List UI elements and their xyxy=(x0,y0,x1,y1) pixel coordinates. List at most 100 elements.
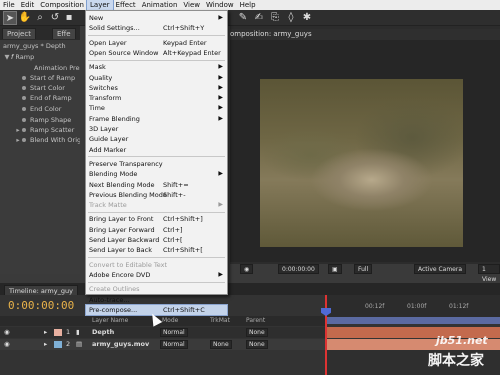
tab-project[interactable]: Project xyxy=(2,28,36,39)
work-area-bar[interactable] xyxy=(325,317,500,324)
eye-icon[interactable]: ◉ xyxy=(4,327,10,338)
resolution-dropdown[interactable]: Full xyxy=(354,264,373,274)
menu-item[interactable]: Bring Layer to Front Ctrl+Shift+] xyxy=(86,214,227,224)
menu-item-shortcut: Ctrl+Shift+C xyxy=(163,305,205,314)
view-layout-dropdown[interactable]: 1 View xyxy=(478,264,500,283)
menu-item[interactable]: Adobe Encore DVD ▶ xyxy=(86,270,227,280)
param-row[interactable]: End of Ramp xyxy=(0,93,80,103)
expand-triangle-icon[interactable]: ▼ xyxy=(3,52,11,62)
menu-item[interactable]: Previous Blending Mode Shift+- xyxy=(86,190,227,200)
menu-item-label: Blending Mode xyxy=(89,170,138,179)
expand-triangle-icon[interactable]: ▸ xyxy=(44,327,47,338)
current-time-indicator[interactable] xyxy=(325,295,327,375)
stopwatch-icon[interactable] xyxy=(22,127,26,132)
zoom-tool-icon[interactable]: ⌕ xyxy=(33,11,47,25)
layer-row[interactable]: ◉ ▸ 2 ▤ army_guys.mov Normal None None xyxy=(0,339,325,350)
menu-file[interactable]: File xyxy=(0,0,18,10)
menu-item[interactable]: Open Source Window Alt+Keypad Enter xyxy=(86,48,227,58)
menu-item[interactable]: Preserve Transparency xyxy=(86,159,227,169)
rotate-tool-icon[interactable]: ↺ xyxy=(48,11,62,25)
layer-trkmat-dropdown[interactable]: None xyxy=(210,340,232,349)
selection-tool-icon[interactable]: ➤ xyxy=(3,11,17,25)
menu-item[interactable]: Frame Blending ▶ xyxy=(86,114,227,124)
column-layer-name[interactable]: Layer Name xyxy=(92,316,128,326)
menu-composition[interactable]: Composition xyxy=(37,0,87,10)
layer-color-label[interactable] xyxy=(54,329,62,336)
param-label: Ramp Scatter xyxy=(30,126,75,134)
eraser-tool-icon[interactable]: ◊ xyxy=(284,11,298,25)
layer-row[interactable]: ◉ ▸ 1 ▮ Depth Normal None xyxy=(0,327,325,338)
menu-item[interactable]: Switches ▶ xyxy=(86,83,227,93)
expand-triangle-icon[interactable]: ▸ xyxy=(44,339,47,350)
menu-item[interactable]: Guide Layer xyxy=(86,134,227,144)
submenu-arrow-icon: ▶ xyxy=(218,63,223,71)
stopwatch-icon[interactable] xyxy=(22,106,26,111)
effect-ramp-row[interactable]: ▼ f Ramp xyxy=(0,52,80,62)
hand-tool-icon[interactable]: ✋ xyxy=(18,11,32,25)
expand-triangle-icon[interactable]: ▸ xyxy=(14,135,22,145)
param-row[interactable]: Ramp Shape xyxy=(0,115,80,125)
stopwatch-icon[interactable] xyxy=(22,95,26,100)
stopwatch-icon[interactable] xyxy=(22,137,26,142)
menu-item[interactable]: Open Layer Keypad Enter xyxy=(86,38,227,48)
menu-view[interactable]: View xyxy=(180,0,203,10)
stopwatch-icon[interactable] xyxy=(22,85,26,90)
column-mode[interactable]: Mode xyxy=(162,316,178,326)
layer-name[interactable]: Depth xyxy=(92,327,114,338)
layer-name[interactable]: army_guys.mov xyxy=(92,339,149,350)
menu-item[interactable]: Auto-trace... xyxy=(86,295,227,305)
submenu-arrow-icon: ▶ xyxy=(218,73,223,81)
menu-item[interactable]: Solid Settings... Ctrl+Shift+Y xyxy=(86,23,227,33)
pen-tool-icon[interactable]: ✎ xyxy=(236,11,250,25)
camera-snapshot-icon[interactable]: ◉ xyxy=(240,264,254,274)
menu-help[interactable]: Help xyxy=(237,0,259,10)
menu-item[interactable]: 3D Layer xyxy=(86,124,227,134)
menu-item[interactable]: Transform ▶ xyxy=(86,93,227,103)
stopwatch-icon[interactable] xyxy=(22,117,26,122)
menu-effect[interactable]: Effect xyxy=(113,0,139,10)
menu-item[interactable]: Quality ▶ xyxy=(86,73,227,83)
clone-tool-icon[interactable]: ⎘ xyxy=(268,11,282,25)
camera-dropdown[interactable]: Active Camera xyxy=(414,264,467,274)
viewer-timecode[interactable]: 0:00:00:00 xyxy=(278,264,319,274)
menu-item[interactable]: New ▶ xyxy=(86,13,227,23)
snapshot-icon[interactable]: ▣ xyxy=(328,264,342,274)
menu-item[interactable]: Blending Mode ▶ xyxy=(86,169,227,179)
menu-animation[interactable]: Animation xyxy=(139,0,181,10)
camera-tool-icon[interactable]: ▪ xyxy=(62,11,76,25)
menu-item[interactable]: Bring Layer Forward Ctrl+] xyxy=(86,225,227,235)
puppet-tool-icon[interactable]: ✱ xyxy=(300,11,314,25)
menu-item[interactable]: Send Layer to Back Ctrl+Shift+[ xyxy=(86,245,227,255)
param-row[interactable]: End Color xyxy=(0,104,80,114)
timeline-tab[interactable]: Timeline: army_guy xyxy=(4,285,78,295)
column-trkmat[interactable]: TrkMat xyxy=(210,316,230,326)
param-row[interactable]: Start of Ramp xyxy=(0,73,80,83)
menu-window[interactable]: Window xyxy=(203,0,237,10)
expand-triangle-icon[interactable]: ▸ xyxy=(14,125,22,135)
layer-parent-dropdown[interactable]: None xyxy=(246,328,268,337)
column-parent[interactable]: Parent xyxy=(246,316,265,326)
menu-item[interactable]: Add Marker xyxy=(86,145,227,155)
menu-layer[interactable]: Layer xyxy=(86,0,114,11)
menu-item[interactable]: Send Layer Backward Ctrl+[ xyxy=(86,235,227,245)
layer-parent-dropdown[interactable]: None xyxy=(246,340,268,349)
param-row[interactable]: ▸ Ramp Scatter xyxy=(0,125,80,135)
footage-icon: ▤ xyxy=(76,340,83,348)
eye-icon[interactable]: ◉ xyxy=(4,339,10,350)
brush-tool-icon[interactable]: ✍ xyxy=(252,11,266,25)
tab-effect-controls[interactable]: Effe xyxy=(52,28,76,39)
composition-tab[interactable]: omposition: army_guys xyxy=(230,29,500,40)
menu-edit[interactable]: Edit xyxy=(18,0,38,10)
menu-item[interactable]: Next Blending Mode Shift+= xyxy=(86,180,227,190)
param-row[interactable]: Start Color xyxy=(0,83,80,93)
layer-mode-dropdown[interactable]: Normal xyxy=(160,328,188,337)
menu-item-label: Preserve Transparency xyxy=(89,159,163,168)
layer-mode-dropdown[interactable]: Normal xyxy=(160,340,188,349)
timeline-timecode[interactable]: 0:00:00:00 xyxy=(8,299,74,312)
time-ruler[interactable]: 00:12f 01:00f 01:12f xyxy=(325,295,500,317)
param-row[interactable]: ▸ Blend With Origi xyxy=(0,135,80,145)
menu-item[interactable]: Mask ▶ xyxy=(86,62,227,72)
layer-color-label[interactable] xyxy=(54,341,62,348)
menu-item[interactable]: Time ▶ xyxy=(86,103,227,113)
stopwatch-icon[interactable] xyxy=(22,75,26,80)
